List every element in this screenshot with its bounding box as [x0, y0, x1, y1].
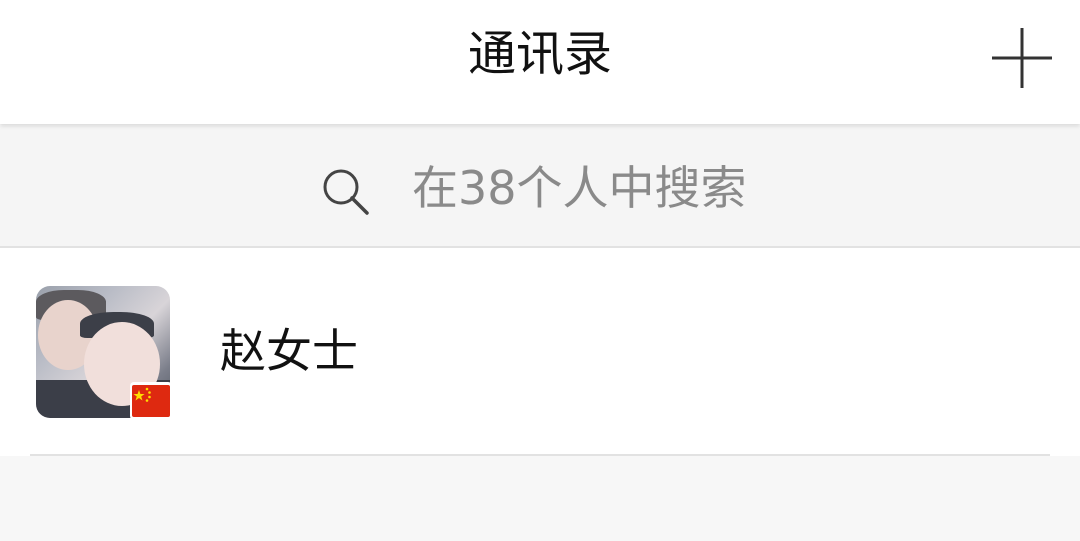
- divider: [30, 454, 1050, 456]
- contacts-screen: 通讯录 在38个人中搜索 赵女士: [0, 0, 1080, 541]
- list-item[interactable]: 赵女士: [0, 248, 1080, 456]
- app-header: 通讯录: [0, 0, 1080, 124]
- search-placeholder: 在38个人中搜索: [412, 161, 747, 215]
- add-button[interactable]: [990, 26, 1054, 90]
- search-icon: [323, 169, 369, 215]
- china-flag-icon: [130, 382, 172, 420]
- contact-name: 赵女士: [220, 324, 358, 378]
- contact-list: 赵女士: [0, 248, 1080, 456]
- search-bar[interactable]: 在38个人中搜索: [0, 126, 1080, 248]
- page-title: 通讯录: [467, 26, 612, 82]
- plus-icon: [992, 28, 1052, 88]
